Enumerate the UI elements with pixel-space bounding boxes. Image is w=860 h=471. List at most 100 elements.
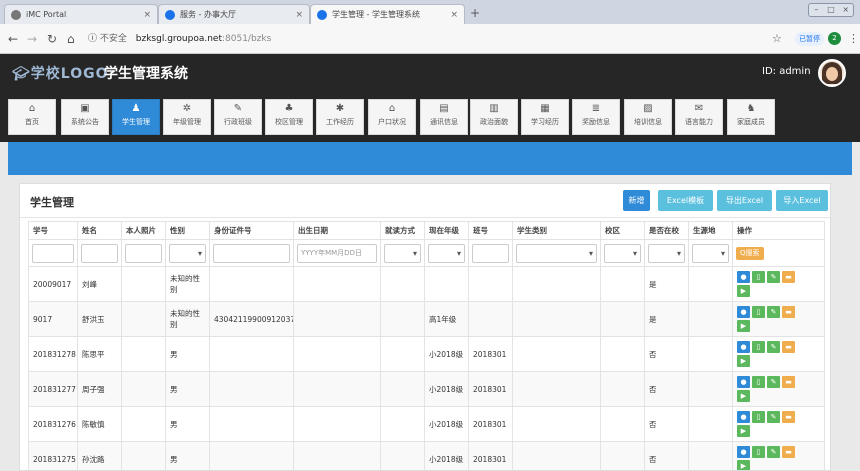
filter-origin-select[interactable] bbox=[692, 243, 729, 263]
module-button[interactable]: ✲ 年级管理 bbox=[163, 99, 211, 135]
column-header[interactable]: 是否在校 bbox=[644, 221, 689, 240]
browser-tab-student-mgmt[interactable]: 学生管理 - 学生管理系统 × bbox=[310, 4, 465, 24]
forward-icon[interactable]: ▶ bbox=[737, 320, 750, 332]
module-button[interactable]: ⌂ 首页 bbox=[8, 99, 56, 135]
column-header[interactable]: 本人照片 bbox=[121, 221, 166, 240]
export-excel-button[interactable]: 导出Excel bbox=[717, 190, 772, 211]
column-header[interactable]: 姓名 bbox=[77, 221, 122, 240]
module-button[interactable]: ✱ 工作经历 bbox=[316, 99, 364, 135]
module-button[interactable]: ✉ 语言能力 bbox=[675, 99, 723, 135]
filter-grade-select[interactable] bbox=[428, 243, 465, 263]
column-header[interactable]: 就读方式 bbox=[380, 221, 425, 240]
address-bar[interactable]: ⓘ 不安全 bzksgl.groupoa.net:8051/bzks bbox=[88, 29, 788, 49]
home-icon[interactable]: ⌂ bbox=[67, 32, 75, 46]
forward-icon[interactable]: ▶ bbox=[737, 460, 750, 470]
filter-name[interactable] bbox=[81, 243, 118, 263]
column-header[interactable]: 出生日期 bbox=[293, 221, 381, 240]
edit-icon[interactable]: ✎ bbox=[767, 411, 780, 423]
column-header[interactable]: 生源地 bbox=[688, 221, 733, 240]
profile-avatar[interactable]: 2 bbox=[828, 32, 841, 45]
info-icon[interactable]: ⓘ bbox=[88, 34, 97, 44]
cell-enrolled: 否 bbox=[644, 406, 689, 442]
module-button[interactable]: ▣ 系统公告 bbox=[61, 99, 109, 135]
import-excel-button[interactable]: 导入Excel bbox=[776, 190, 828, 211]
browser-tab-imc-portal[interactable]: iMC Portal × bbox=[4, 4, 158, 24]
sync-paused-button[interactable]: 已暂停 bbox=[795, 32, 824, 46]
maximize-icon[interactable]: □ bbox=[824, 4, 839, 16]
avatar[interactable] bbox=[818, 59, 846, 87]
module-button[interactable]: ✎ 行政班级 bbox=[214, 99, 262, 135]
close-icon[interactable]: × bbox=[295, 10, 303, 20]
filter-mode-select[interactable] bbox=[384, 243, 421, 263]
module-button[interactable]: ≣ 奖励信息 bbox=[572, 99, 620, 135]
document-icon[interactable]: ▯ bbox=[752, 271, 765, 283]
edit-icon[interactable]: ✎ bbox=[767, 376, 780, 388]
module-button[interactable]: ▤ 通讯信息 bbox=[420, 99, 468, 135]
edit-icon[interactable]: ✎ bbox=[767, 341, 780, 353]
module-button[interactable]: ▦ 学习经历 bbox=[521, 99, 569, 135]
trash-icon[interactable]: ▬ bbox=[782, 376, 795, 388]
forward-icon[interactable]: ▶ bbox=[737, 355, 750, 367]
document-icon[interactable]: ▯ bbox=[752, 376, 765, 388]
column-header[interactable]: 校区 bbox=[600, 221, 645, 240]
school-logo[interactable]: 🎓︎学校LOGO bbox=[12, 63, 109, 83]
column-header[interactable]: 身份证件号 bbox=[209, 221, 294, 240]
view-icon[interactable]: ● bbox=[737, 271, 750, 283]
close-window-icon[interactable]: × bbox=[838, 4, 853, 16]
forward-icon[interactable]: ▶ bbox=[737, 425, 750, 437]
back-icon[interactable]: ← bbox=[8, 32, 18, 46]
document-icon[interactable]: ▯ bbox=[752, 446, 765, 458]
trash-icon[interactable]: ▬ bbox=[782, 446, 795, 458]
filter-campus-select[interactable] bbox=[604, 243, 641, 263]
bookmark-star-icon[interactable]: ☆ bbox=[772, 32, 782, 45]
trash-icon[interactable]: ▬ bbox=[782, 271, 795, 283]
excel-template-button[interactable]: Excel模板 bbox=[658, 190, 713, 211]
document-icon[interactable]: ▯ bbox=[752, 341, 765, 353]
view-icon[interactable]: ● bbox=[737, 306, 750, 318]
column-header[interactable]: 性别 bbox=[165, 221, 210, 240]
filter-category-select[interactable] bbox=[516, 243, 597, 263]
forward-icon[interactable]: ▶ bbox=[737, 390, 750, 402]
search-button[interactable]: Q搜索 bbox=[736, 246, 764, 260]
filter-idcard[interactable] bbox=[213, 243, 290, 263]
close-icon[interactable]: × bbox=[143, 10, 151, 20]
edit-icon[interactable]: ✎ bbox=[767, 446, 780, 458]
filter-birth-date[interactable]: YYYY年MM月DD日 bbox=[297, 243, 377, 263]
view-icon[interactable]: ● bbox=[737, 446, 750, 458]
trash-icon[interactable]: ▬ bbox=[782, 341, 795, 353]
minimize-icon[interactable]: – bbox=[809, 4, 824, 16]
module-button[interactable]: ♟ 学生管理 bbox=[112, 99, 160, 135]
forward-icon[interactable]: → bbox=[27, 32, 37, 46]
column-header[interactable]: 学生类别 bbox=[512, 221, 601, 240]
column-header[interactable]: 现在年级 bbox=[424, 221, 469, 240]
filter-enrolled-select[interactable] bbox=[648, 243, 685, 263]
document-icon[interactable]: ▯ bbox=[752, 411, 765, 423]
more-menu-icon[interactable]: ⋮ bbox=[848, 32, 859, 45]
module-button[interactable]: ▥ 政治面貌 bbox=[470, 99, 518, 135]
filter-class[interactable] bbox=[472, 243, 509, 263]
trash-icon[interactable]: ▬ bbox=[782, 411, 795, 423]
filter-photo[interactable] bbox=[125, 243, 162, 263]
view-icon[interactable]: ● bbox=[737, 411, 750, 423]
module-button[interactable]: ▨ 培训信息 bbox=[624, 99, 672, 135]
reload-icon[interactable]: ↻ bbox=[47, 32, 57, 46]
module-button[interactable]: ♣ 校区管理 bbox=[265, 99, 313, 135]
view-icon[interactable]: ● bbox=[737, 341, 750, 353]
trash-icon[interactable]: ▬ bbox=[782, 306, 795, 318]
module-button[interactable]: ⌂ 户口状况 bbox=[368, 99, 416, 135]
module-button[interactable]: ♞ 家庭成员 bbox=[727, 99, 775, 135]
filter-student-id[interactable] bbox=[32, 243, 74, 263]
new-button[interactable]: 新增 bbox=[623, 190, 650, 211]
close-icon[interactable]: × bbox=[450, 10, 458, 20]
edit-icon[interactable]: ✎ bbox=[767, 306, 780, 318]
edit-icon[interactable]: ✎ bbox=[767, 271, 780, 283]
column-header[interactable]: 班号 bbox=[468, 221, 513, 240]
column-header[interactable]: 学号 bbox=[28, 221, 78, 240]
forward-icon[interactable]: ▶ bbox=[737, 285, 750, 297]
user-id[interactable]: ID: admin bbox=[762, 66, 811, 77]
view-icon[interactable]: ● bbox=[737, 376, 750, 388]
new-tab-icon[interactable]: + bbox=[467, 7, 483, 21]
browser-tab-service[interactable]: 服务 - 办事大厅 × bbox=[158, 4, 310, 24]
document-icon[interactable]: ▯ bbox=[752, 306, 765, 318]
filter-gender-select[interactable] bbox=[169, 243, 206, 263]
